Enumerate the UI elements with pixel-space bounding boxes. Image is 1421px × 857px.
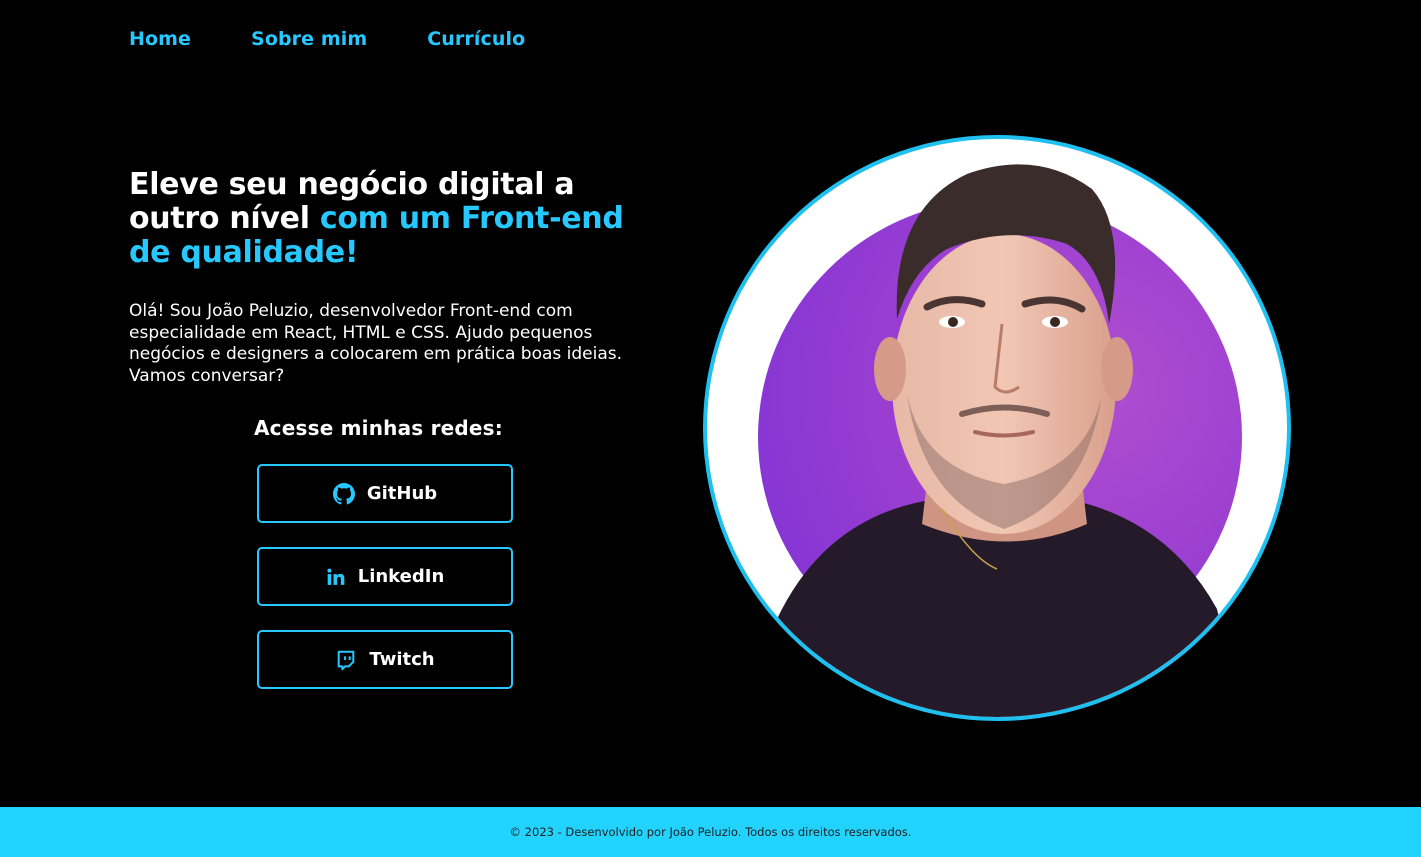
linkedin-icon (326, 567, 346, 587)
intro-text: Olá! Sou João Peluzio, desenvolvedor Fro… (129, 301, 623, 386)
main-nav: Home Sobre mim Currículo (129, 28, 525, 50)
nav-curriculo[interactable]: Currículo (427, 28, 525, 50)
profile-photo (703, 135, 1291, 721)
github-button[interactable]: GitHub (257, 464, 513, 523)
nav-sobre-mim[interactable]: Sobre mim (251, 28, 367, 50)
twitch-button[interactable]: Twitch (257, 630, 513, 689)
hero-headline: Eleve seu negócio digital a outro nível … (129, 168, 629, 270)
github-label: GitHub (366, 483, 438, 504)
social-title: Acesse minhas redes: (254, 416, 503, 440)
twitch-label: Twitch (369, 649, 435, 670)
page: Home Sobre mim Currículo Eleve seu negóc… (0, 0, 1421, 857)
nav-home[interactable]: Home (129, 28, 191, 50)
github-icon (332, 482, 355, 505)
linkedin-button[interactable]: LinkedIn (257, 547, 513, 606)
twitch-icon (335, 649, 357, 671)
person-portrait (757, 164, 1247, 717)
footer: © 2023 - Desenvolvido por João Peluzio. … (0, 807, 1421, 857)
linkedin-label: LinkedIn (357, 566, 445, 587)
footer-text: © 2023 - Desenvolvido por João Peluzio. … (509, 825, 912, 839)
